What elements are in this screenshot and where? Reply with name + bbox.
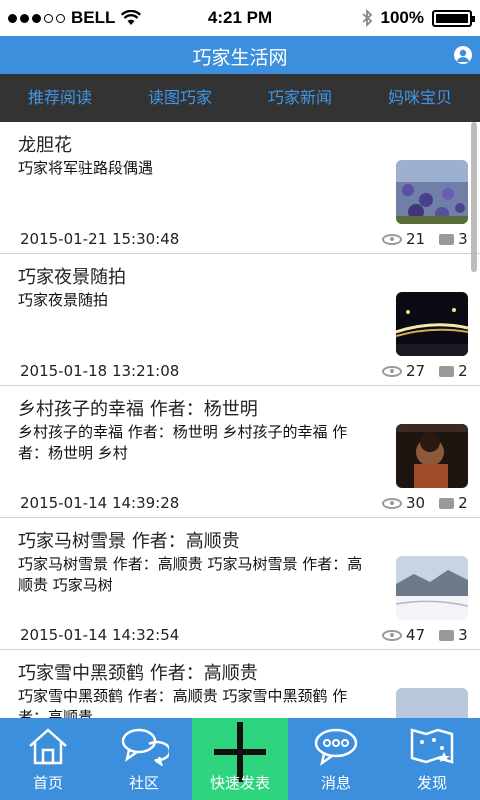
discover-icon [410,728,454,764]
article-date: 2015-01-14 14:32:54 [20,626,180,644]
article-title: 巧家雪中黑颈鹤 作者：高顺贵 [18,663,258,684]
app-header: 巧家生活网 [0,36,480,74]
nav-label: 消息 [320,774,351,792]
comment-icon [439,497,455,509]
list-item[interactable]: 巧家马树雪景 作者：高顺贵 巧家马树雪景 作者：高顺贵 巧家马树雪景 作者：高顺… [0,518,480,650]
article-thumbnail [396,160,468,224]
comment-count: 2 [458,494,468,512]
view-count: 30 [406,494,426,512]
article-summary: 巧家夜景随拍 [18,291,109,309]
article-title: 巧家马树雪景 作者：高顺贵 [18,531,240,552]
app-title: 巧家生活网 [192,47,288,69]
list-item[interactable]: 巧家夜景随拍 巧家夜景随拍 2015-01-18 13:21:08 27 2 [0,254,480,386]
tab-recommended[interactable]: 推荐阅读 [0,74,120,122]
list-item[interactable]: 龙胆花 巧家将军驻路段偶遇 2015-01-21 15:30:48 21 3 [0,122,480,254]
list-item[interactable]: 乡村孩子的幸福 作者：杨世明 乡村孩子的幸福 作者：杨世明 乡村孩子的幸福 作者… [0,386,480,518]
tab-photos[interactable]: 读图巧家 [120,74,240,122]
article-stats: 27 2 [382,362,468,380]
views-icon [382,233,402,245]
article-summary: 巧家马树雪景 作者：高顺贵 巧家马树雪景 作者：高顺贵 巧家马树 [18,555,363,594]
comment-icon [439,629,455,641]
status-bar: BELL 4:21 PM 100% [0,0,480,36]
battery-icon [432,9,475,27]
view-count: 21 [406,230,426,248]
article-stats: 21 3 [382,230,468,248]
article-stats: 30 2 [382,494,468,512]
article-title: 巧家夜景随拍 [18,267,126,288]
battery-percent: 100% [380,8,424,27]
views-icon [382,497,402,509]
scrollbar[interactable] [471,122,477,272]
status-right: 100% [361,8,475,28]
comment-icon [439,365,455,377]
chat-bubbles-icon [121,728,169,766]
views-icon [382,629,402,641]
tab-news[interactable]: 巧家新闻 [240,74,360,122]
category-tabs: 推荐阅读 读图巧家 巧家新闻 妈咪宝贝 [0,74,480,122]
nav-messages[interactable]: 消息 [288,718,384,800]
comment-count: 3 [458,230,468,248]
bluetooth-icon [361,9,372,27]
article-thumbnail [396,292,468,356]
article-thumbnail [396,424,468,488]
nav-discover[interactable]: 发现 [384,718,480,800]
article-summary: 乡村孩子的幸福 作者：杨世明 乡村孩子的幸福 作者：杨世明 乡村 [18,423,348,462]
bottom-nav: 首页 社区 快速发表 消息 发现 [0,718,480,800]
app-screen: BELL 4:21 PM 100% 巧家生活网 推荐阅读 读图巧家 巧家新闻 妈… [0,0,480,800]
nav-home[interactable]: 首页 [0,718,96,800]
article-list: 龙胆花 巧家将军驻路段偶遇 2015-01-21 15:30:48 21 3 巧… [0,122,480,718]
article-date: 2015-01-14 14:39:28 [20,494,180,512]
article-title: 龙胆花 [18,135,72,156]
views-icon [382,365,402,377]
article-stats: 47 3 [382,626,468,644]
user-icon[interactable] [454,46,472,64]
message-icon [314,728,358,766]
nav-quick-post[interactable]: 快速发表 [192,718,288,800]
view-count: 47 [406,626,426,644]
comment-count: 3 [458,626,468,644]
article-title: 乡村孩子的幸福 作者：杨世明 [18,399,258,420]
article-thumbnail [396,556,468,620]
article-date: 2015-01-21 15:30:48 [20,230,180,248]
view-count: 27 [406,362,426,380]
nav-community[interactable]: 社区 [96,718,192,800]
nav-label: 首页 [32,774,63,792]
comment-count: 2 [458,362,468,380]
tab-mommy-baby[interactable]: 妈咪宝贝 [360,74,480,122]
nav-label: 社区 [128,774,159,792]
nav-label: 快速发表 [209,774,270,792]
comment-icon [439,233,455,245]
article-date: 2015-01-18 13:21:08 [20,362,180,380]
nav-label: 发现 [416,774,447,792]
home-icon [29,728,67,765]
list-item[interactable]: 巧家雪中黑颈鹤 作者：高顺贵 巧家雪中黑颈鹤 作者：高顺贵 巧家雪中黑颈鹤 作者… [0,650,480,718]
article-summary: 巧家雪中黑颈鹤 作者：高顺贵 巧家雪中黑颈鹤 作者：高顺贵 [18,687,348,718]
article-thumbnail [396,688,468,718]
article-summary: 巧家将军驻路段偶遇 [18,159,154,177]
